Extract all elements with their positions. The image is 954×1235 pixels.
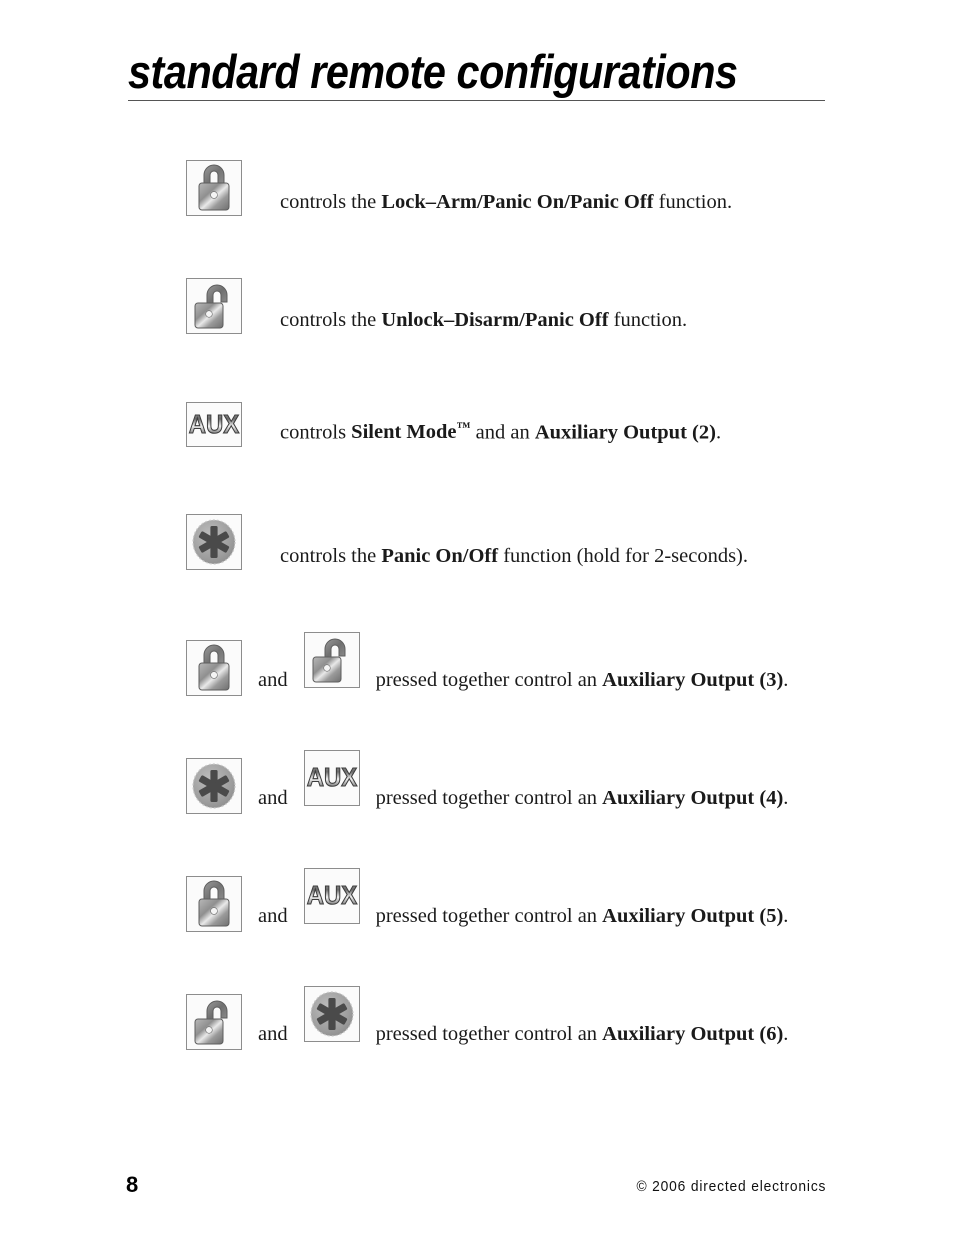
row-post-text: . [783, 1023, 789, 1045]
svg-text:AUX: AUX [189, 410, 240, 439]
list-item-text: pressed together control an Auxiliary Ou… [376, 670, 789, 691]
list-item: and AUX pressed together control an Auxi… [186, 750, 926, 868]
row-post-text: . [783, 669, 789, 691]
row-bold-text: Panic On/Off [381, 545, 499, 567]
copyright-notice: © 2006 directed electronics [636, 1178, 826, 1195]
lock-icon[interactable] [186, 640, 242, 696]
row-pre-text: controls the [280, 191, 382, 213]
page-number: 8 [126, 1172, 139, 1197]
page-footer: 8 © 2006 directed electronics [0, 1172, 954, 1212]
row-post-text: . [783, 787, 789, 809]
panic-icon[interactable] [186, 514, 242, 570]
svg-text:AUX: AUX [306, 881, 357, 910]
row-post-text: function. [608, 309, 688, 331]
list-item: and AUX pressed together control an Auxi… [186, 868, 926, 986]
list-item-text: controls the Panic On/Off function (hold… [280, 546, 748, 567]
panic-icon[interactable] [186, 758, 242, 814]
aux-icon[interactable]: AUX [186, 402, 242, 447]
row-pre-text: controls [280, 421, 352, 444]
unlock-icon[interactable] [186, 278, 242, 334]
row-pre-text: controls the [280, 545, 382, 567]
list-item: and pressed together control an Auxiliar… [186, 986, 926, 1106]
row-bold-text: Auxiliary Output (5) [602, 905, 784, 927]
list-item: controls the Unlock–Disarm/Panic Off fun… [186, 278, 926, 396]
row-bold-text: Silent Mode [351, 421, 457, 444]
unlock-icon[interactable] [303, 632, 360, 688]
list-item: and pressed together control an Auxiliar… [186, 632, 926, 750]
row-post-text: function. [653, 191, 733, 213]
row-post-text: . [715, 421, 722, 444]
row-bold-text: Auxiliary Output (3) [602, 669, 784, 691]
list-item: controls the Lock–Arm/Panic On/Panic Off… [186, 160, 926, 278]
conjunction-label: and [258, 1023, 288, 1045]
row-mid-text: and an [470, 421, 535, 444]
list-item-text: controls the Unlock–Disarm/Panic Off fun… [280, 310, 687, 331]
list-item: controls the Panic On/Off function (hold… [186, 514, 926, 632]
lock-icon[interactable] [186, 160, 242, 216]
unlock-icon[interactable] [186, 994, 242, 1050]
configuration-list: controls the Lock–Arm/Panic On/Panic Off… [186, 160, 926, 1106]
page-title: standard remote configurations [128, 45, 738, 98]
row-pre-text: pressed together control an [375, 1023, 603, 1045]
list-item-text: pressed together control an Auxiliary Ou… [376, 1024, 789, 1045]
row-pre-text: pressed together control an [375, 905, 603, 927]
panic-icon[interactable] [303, 986, 360, 1042]
aux-icon[interactable]: AUX [303, 868, 360, 924]
conjunction-label: and [258, 905, 288, 927]
row-bold-text: Auxiliary Output (4) [602, 787, 784, 809]
list-item: AUX controls Silent Mode™ and an Auxilia… [186, 396, 926, 514]
list-item-text: controls Silent Mode™ and an Auxiliary O… [280, 422, 721, 443]
row-post-text: . [783, 905, 789, 927]
svg-text:AUX: AUX [306, 763, 357, 792]
row-bold-text: Auxiliary Output (6) [602, 1023, 784, 1045]
row-bold-text: Unlock–Disarm/Panic Off [381, 309, 609, 331]
page-title-block: standard remote configurations [128, 45, 828, 101]
lock-icon[interactable] [186, 876, 242, 932]
conjunction-label: and [258, 669, 288, 691]
row-pre-text: controls the [280, 309, 382, 331]
trademark-symbol: ™ [456, 421, 471, 436]
row-bold-text-2: Auxiliary Output (2) [534, 421, 716, 444]
list-item-text: pressed together control an Auxiliary Ou… [376, 906, 789, 927]
row-post-text: function (hold for 2-seconds). [498, 545, 749, 567]
row-bold-text: Lock–Arm/Panic On/Panic Off [381, 191, 654, 213]
aux-icon[interactable]: AUX [303, 750, 360, 806]
title-underline-rule [128, 100, 825, 101]
row-pre-text: pressed together control an [375, 669, 603, 691]
list-item-text: controls the Lock–Arm/Panic On/Panic Off… [280, 192, 732, 213]
conjunction-label: and [258, 787, 288, 809]
row-pre-text: pressed together control an [375, 787, 603, 809]
list-item-text: pressed together control an Auxiliary Ou… [376, 788, 789, 809]
